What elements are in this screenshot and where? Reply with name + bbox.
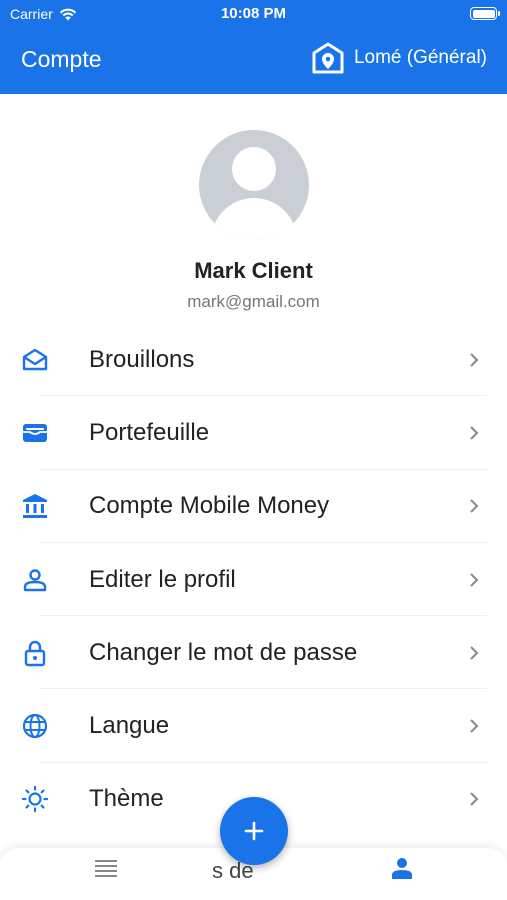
store-location-icon xyxy=(312,42,344,74)
menu-item-label: Compte Mobile Money xyxy=(89,492,330,520)
chevron-right-icon xyxy=(470,499,479,513)
menu-item-label: Thème xyxy=(89,785,164,813)
avatar[interactable] xyxy=(199,130,309,240)
profile-email: mark@gmail.com xyxy=(187,292,320,311)
account-icon[interactable] xyxy=(390,856,414,880)
chevron-right-icon xyxy=(470,792,479,807)
plus-icon xyxy=(244,821,264,841)
menu-item-wallet[interactable]: Portefeuille xyxy=(0,396,507,470)
chevron-right-icon xyxy=(470,572,479,587)
menu-item-mobile-money[interactable]: Compte Mobile Money xyxy=(0,470,507,543)
wallet-icon xyxy=(21,419,49,447)
menu-item-label: Portefeuille xyxy=(89,418,210,446)
list-icon[interactable] xyxy=(94,858,118,878)
location-selector[interactable]: Lomé (Général) xyxy=(312,42,487,74)
menu-item-drafts[interactable]: Brouillons xyxy=(0,323,507,397)
menu-item-label: Langue xyxy=(89,712,170,740)
chevron-right-icon xyxy=(470,646,479,660)
status-time: 10:08 PM xyxy=(220,5,287,22)
person-icon xyxy=(21,566,49,594)
menu-item-label: Editer le profil xyxy=(89,565,236,593)
menu-item-edit-profile[interactable]: Editer le profil xyxy=(0,543,507,617)
battery-icon xyxy=(470,7,500,20)
bank-icon xyxy=(21,492,49,520)
page-title: Compte xyxy=(21,46,102,72)
add-button[interactable] xyxy=(220,797,288,865)
chevron-right-icon xyxy=(470,426,479,440)
chevron-right-icon xyxy=(470,352,479,367)
status-bar: Carrier 10:08 PM xyxy=(0,0,507,28)
sun-icon xyxy=(21,785,49,813)
account-menu: Brouillons Portefeuille Compte Mobile Mo… xyxy=(0,323,507,836)
menu-item-label: Changer le mot de passe xyxy=(89,638,358,666)
menu-item-label: Brouillons xyxy=(89,345,195,373)
profile-name: Mark Client xyxy=(194,258,313,283)
menu-item-change-password[interactable]: Changer le mot de passe xyxy=(0,616,507,690)
envelope-open-icon xyxy=(21,346,49,374)
chevron-right-icon xyxy=(470,719,479,733)
app-bar: Compte Lomé (Général) xyxy=(0,28,507,94)
menu-item-language[interactable]: Langue xyxy=(0,689,507,763)
lock-icon xyxy=(21,639,49,667)
globe-icon xyxy=(21,712,49,740)
location-label: Lomé (Général) xyxy=(353,47,487,68)
profile-header: Mark Client mark@gmail.com xyxy=(0,94,507,326)
